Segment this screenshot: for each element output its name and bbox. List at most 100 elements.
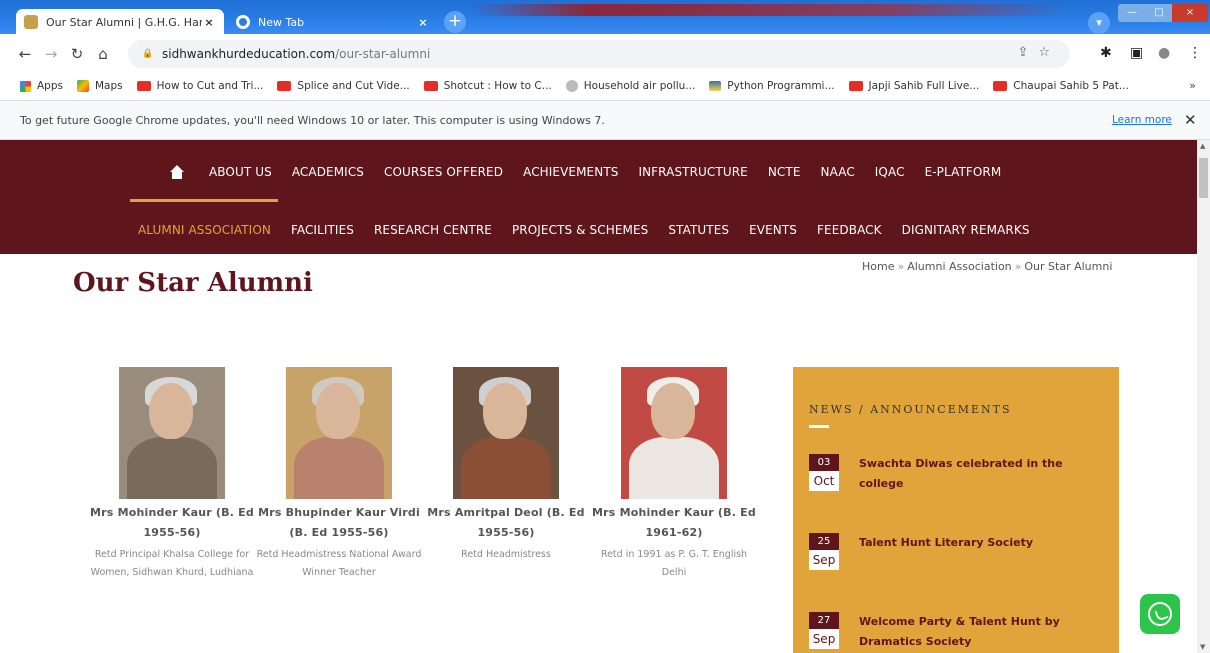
bookmark-maps[interactable]: Maps: [76, 80, 123, 92]
bookmark-item[interactable]: Japji Sahib Full Live...: [848, 80, 979, 92]
window-close-button[interactable]: ×: [1172, 4, 1208, 22]
youtube-icon: [136, 81, 151, 91]
alumni-photo: [621, 367, 727, 499]
scrollbar-thumb[interactable]: [1199, 158, 1208, 198]
news-announcements-panel: NEWS / ANNOUNCEMENTS 03 Oct Swachta Diwa…: [793, 367, 1119, 653]
news-title[interactable]: Talent Hunt Literary Society: [859, 533, 1069, 553]
nav-events[interactable]: EVENTS: [749, 223, 797, 237]
home-icon[interactable]: ⌂: [92, 45, 114, 63]
news-month: Oct: [809, 471, 839, 491]
nav-e-platform[interactable]: E-PLATFORM: [925, 165, 1002, 179]
news-day: 27: [809, 612, 839, 629]
nav-achievements[interactable]: ACHIEVEMENTS: [523, 165, 618, 179]
nav-row-2: ALUMNI ASSOCIATION FACILITIES RESEARCH C…: [0, 220, 1197, 240]
breadcrumb-alumni-association[interactable]: Alumni Association: [907, 260, 1011, 273]
infobar-close-icon[interactable]: ✕: [1184, 111, 1197, 129]
new-tab-button[interactable]: +: [444, 11, 466, 33]
browser-toolbar: ← → ↻ ⌂ 🔒 sidhwankhurdeducation.com /our…: [0, 34, 1210, 74]
alumni-name: Mrs Bhupinder Kaur Virdi (B. Ed 1955-56): [258, 506, 420, 539]
nav-feedback[interactable]: FEEDBACK: [817, 223, 882, 237]
breadcrumb-current: Our Star Alumni: [1024, 260, 1113, 273]
menu-icon[interactable]: ⋮: [1188, 45, 1202, 61]
nav-facilities[interactable]: FACILITIES: [291, 223, 354, 237]
reload-icon[interactable]: ↻: [66, 45, 88, 63]
alumni-card: Mrs Bhupinder Kaur Virdi (B. Ed 1955-56)…: [254, 367, 424, 582]
maximize-button[interactable]: □: [1146, 4, 1172, 22]
update-infobar: To get future Google Chrome updates, you…: [0, 100, 1210, 140]
profile-icon[interactable]: ●: [1158, 45, 1170, 61]
nav-ncte[interactable]: NCTE: [768, 165, 801, 179]
home-icon[interactable]: [170, 165, 184, 179]
side-panel-icon[interactable]: ▣: [1130, 45, 1143, 61]
nav-courses-offered[interactable]: COURSES OFFERED: [384, 165, 503, 179]
address-bar[interactable]: 🔒 sidhwankhurdeducation.com /our-star-al…: [128, 40, 1070, 68]
nav-about-us[interactable]: ABOUT US: [209, 165, 272, 179]
tab-our-star-alumni[interactable]: Our Star Alumni | G.H.G. Harpark ×: [16, 9, 224, 35]
tab-close-icon[interactable]: ×: [202, 16, 216, 29]
bookmarks-overflow-icon[interactable]: »: [1189, 79, 1196, 92]
nav-iqac[interactable]: IQAC: [875, 165, 905, 179]
breadcrumb-home[interactable]: Home: [862, 260, 894, 273]
titlebar-decoration: [470, 4, 1070, 16]
tab-close-icon[interactable]: ×: [416, 16, 430, 29]
news-day: 03: [809, 454, 839, 471]
whatsapp-icon[interactable]: [1140, 594, 1180, 634]
tab-search-button[interactable]: ▾: [1088, 12, 1110, 34]
alumni-description: Retd Headmistress: [461, 549, 551, 560]
page-title: Our Star Alumni: [73, 268, 313, 298]
bookmarks-bar: Apps Maps How to Cut and Tri... Splice a…: [0, 74, 1210, 98]
nav-row-1: ABOUT US ACADEMICS COURSES OFFERED ACHIE…: [0, 162, 1197, 182]
alumni-name: Mrs Mohinder Kaur (B. Ed 1955-56): [90, 506, 254, 539]
alumni-description: Retd Principal Khalsa College for Women,…: [90, 549, 254, 578]
nav-academics[interactable]: ACADEMICS: [292, 165, 364, 179]
nav-statutes[interactable]: STATUTES: [668, 223, 729, 237]
bookmark-item[interactable]: Shotcut : How to C...: [423, 80, 552, 92]
news-title[interactable]: Swachta Diwas celebrated in the college: [859, 454, 1069, 494]
alumni-description: Retd in 1991 as P. G. T. English Delhi: [600, 549, 748, 578]
nav-alumni-association[interactable]: ALUMNI ASSOCIATION: [138, 223, 271, 237]
youtube-icon: [277, 81, 292, 91]
nav-infrastructure[interactable]: INFRASTRUCTURE: [638, 165, 747, 179]
youtube-icon: [848, 81, 863, 91]
share-and-bookmark-icons[interactable]: ⇪☆: [1017, 45, 1060, 60]
bookmark-apps[interactable]: Apps: [20, 80, 63, 92]
learn-more-link[interactable]: Learn more: [1112, 114, 1172, 126]
alumni-description: Retd Headmistress National Award Winner …: [256, 549, 422, 578]
scroll-down-icon[interactable]: ▼: [1200, 643, 1205, 651]
wikipedia-icon: [565, 80, 578, 92]
nav-research-centre[interactable]: RESEARCH CENTRE: [374, 223, 492, 237]
tab-strip: Our Star Alumni | G.H.G. Harpark × New T…: [0, 0, 1210, 35]
site-main-nav: ABOUT US ACADEMICS COURSES OFFERED ACHIE…: [0, 140, 1197, 254]
news-month: Sep: [809, 550, 839, 570]
youtube-icon: [993, 81, 1008, 91]
url-path: /our-star-alumni: [335, 47, 431, 61]
news-day: 25: [809, 533, 839, 550]
chrome-icon: [236, 15, 250, 29]
tab-new-tab[interactable]: New Tab ×: [228, 9, 438, 35]
site-favicon-icon: [24, 15, 38, 29]
bookmark-item[interactable]: Splice and Cut Vide...: [277, 80, 410, 92]
alumni-photo: [286, 367, 392, 499]
maps-icon: [76, 80, 89, 92]
url-host: sidhwankhurdeducation.com: [162, 47, 336, 61]
nav-projects-schemes[interactable]: PROJECTS & SCHEMES: [512, 223, 648, 237]
page-scrollbar[interactable]: ▲ ▼: [1197, 140, 1210, 653]
alumni-name: Mrs Mohinder Kaur (B. Ed 1961-62): [592, 506, 756, 539]
extensions-icon[interactable]: ✱: [1100, 45, 1112, 61]
minimize-button[interactable]: —: [1118, 4, 1146, 22]
youtube-icon: [423, 81, 438, 91]
bookmark-item[interactable]: Chaupai Sahib 5 Pat...: [993, 80, 1129, 92]
bookmark-item[interactable]: How to Cut and Tri...: [136, 80, 263, 92]
lock-icon[interactable]: 🔒: [142, 49, 153, 59]
news-heading: NEWS / ANNOUNCEMENTS: [809, 403, 1012, 416]
back-icon[interactable]: ←: [14, 45, 36, 63]
alumni-card: Mrs Amritpal Deol (B. Ed 1955-56) Retd H…: [421, 367, 591, 564]
forward-icon[interactable]: →: [40, 45, 62, 63]
python-icon: [709, 81, 722, 91]
scroll-up-icon[interactable]: ▲: [1200, 142, 1205, 150]
bookmark-item[interactable]: Python Programmi...: [709, 80, 835, 92]
nav-naac[interactable]: NAAC: [821, 165, 855, 179]
bookmark-item[interactable]: Household air pollu...: [565, 80, 695, 92]
nav-dignitary-remarks[interactable]: DIGNITARY REMARKS: [902, 223, 1030, 237]
news-title[interactable]: Welcome Party & Talent Hunt by Dramatics…: [859, 612, 1069, 652]
